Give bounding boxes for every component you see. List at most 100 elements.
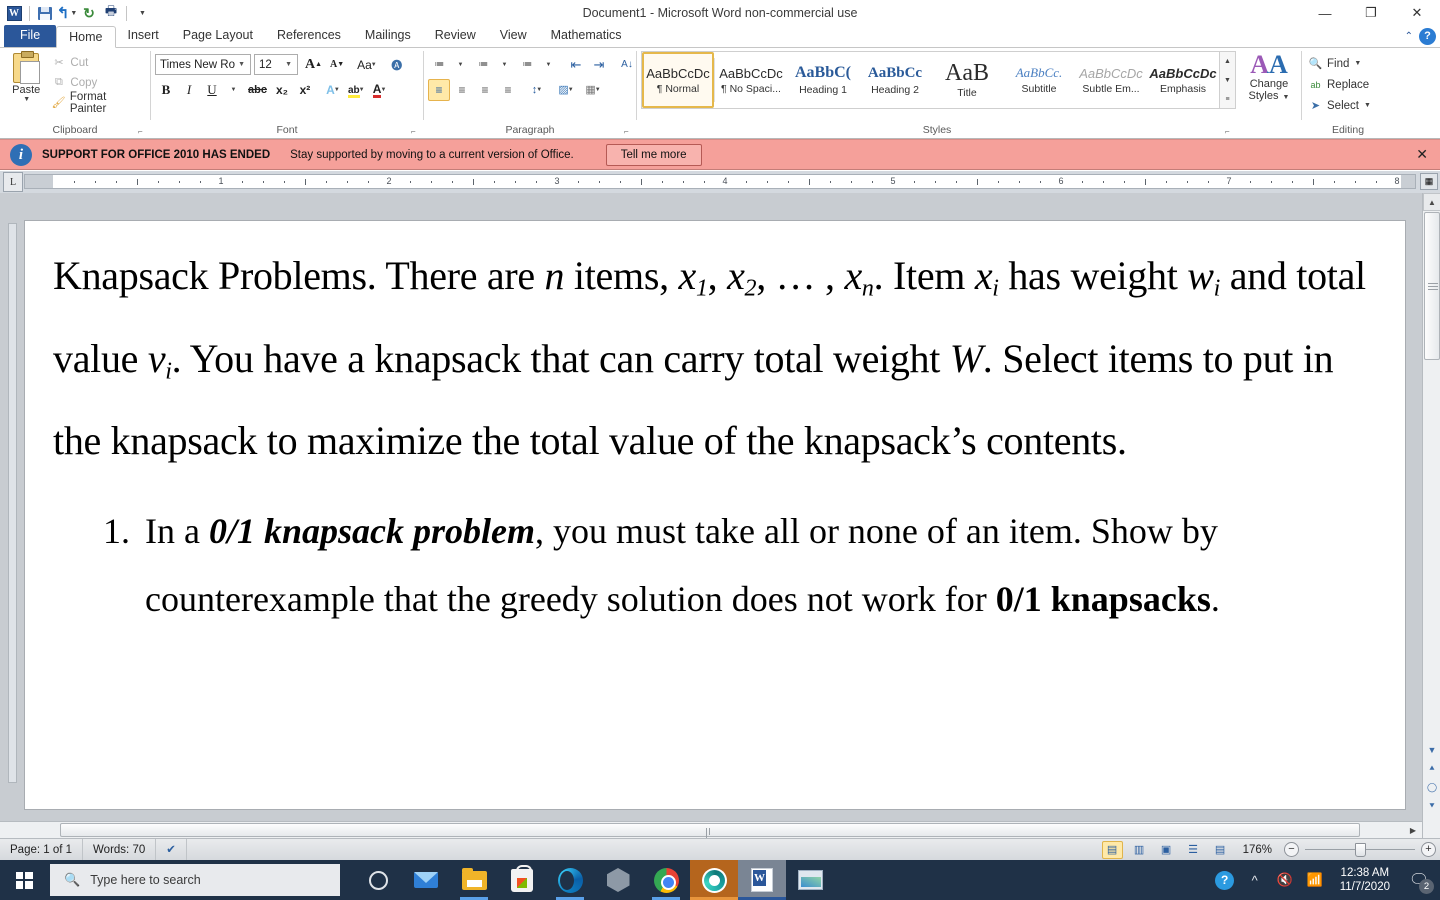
paste-button[interactable]: Paste ▼ (4, 51, 48, 103)
view-draft[interactable]: ▤ (1210, 841, 1231, 859)
underline-button[interactable]: U (201, 79, 223, 101)
customize-qat-button[interactable]: ▼ (132, 3, 152, 23)
bullets-dropdown[interactable]: ▼ (451, 54, 471, 76)
italic-button[interactable]: I (178, 79, 200, 101)
taskbar-microsoft-word[interactable] (738, 860, 786, 900)
view-full-screen-reading[interactable]: ▥ (1129, 841, 1150, 859)
scroll-right-icon[interactable]: ▶ (1404, 822, 1422, 838)
strikethrough-button[interactable]: abc (245, 79, 270, 101)
zoom-level[interactable]: 176% (1243, 844, 1272, 856)
taskbar-microsoft-store[interactable] (498, 860, 546, 900)
tab-page-layout[interactable]: Page Layout (171, 25, 265, 47)
subscript-button[interactable]: x₂ (271, 79, 293, 101)
action-center-button[interactable]: 🗨 2 (1402, 860, 1436, 900)
view-print-layout[interactable]: ▤ (1101, 840, 1123, 859)
shrink-font-button[interactable]: A ▼ (326, 54, 348, 76)
shading-button[interactable]: ▨ ▼ (555, 79, 577, 101)
numbering-button[interactable]: ≔ (472, 54, 494, 76)
tab-mathematics[interactable]: Mathematics (539, 25, 634, 47)
styles-dialog-launcher[interactable]: ⌐ (1225, 127, 1235, 137)
close-button[interactable]: ✕ (1394, 0, 1440, 26)
zoom-in-button[interactable]: + (1421, 842, 1436, 857)
borders-button[interactable]: ▦ ▼ (582, 79, 604, 101)
superscript-button[interactable]: x² (294, 79, 316, 101)
clear-formatting-button[interactable]: 🅐 (386, 54, 408, 76)
undo-dropdown-icon[interactable]: ▼ (70, 10, 77, 17)
increase-indent-button[interactable]: ⇥ (588, 54, 610, 76)
print-preview-button[interactable]: 🖶 (101, 3, 121, 23)
font-color-button[interactable]: A ▼ (369, 79, 391, 101)
styles-scroll-down-icon[interactable]: ▼ (1220, 71, 1235, 89)
tab-review[interactable]: Review (423, 25, 488, 47)
show-hidden-icons[interactable]: ^ (1242, 860, 1268, 900)
change-styles-button[interactable]: AA Change Styles ▼ (1241, 51, 1297, 104)
styles-more-icon[interactable]: ≡ (1220, 90, 1235, 108)
numbering-dropdown[interactable]: ▼ (495, 54, 515, 76)
tab-view[interactable]: View (488, 25, 539, 47)
cut-button[interactable]: ✂ Cut (48, 53, 146, 72)
align-center-button[interactable]: ≡ (451, 79, 473, 101)
taskbar-microsoft-edge[interactable] (546, 860, 594, 900)
close-icon[interactable]: ✕ (1416, 146, 1428, 163)
scroll-down-icon[interactable]: ▼ (1423, 740, 1440, 759)
tab-references[interactable]: References (265, 25, 353, 47)
vertical-ruler[interactable] (8, 223, 17, 783)
tab-home[interactable]: Home (56, 26, 116, 48)
style-heading-1[interactable]: AaBbC( Heading 1 (787, 52, 859, 108)
tab-insert[interactable]: Insert (116, 25, 171, 47)
style-normal[interactable]: AaBbCcDc ¶ Normal (642, 52, 714, 108)
redo-button[interactable]: ↻ (79, 3, 99, 23)
view-web-layout[interactable]: ▣ (1156, 841, 1177, 859)
ruler-strip[interactable]: 1 2 3 4 5 6 7 8 (24, 174, 1416, 189)
style-no-spacing[interactable]: AaBbCcDc ¶ No Spaci... (715, 52, 787, 108)
word-app-icon[interactable]: W (4, 3, 24, 23)
view-ruler-toggle-icon[interactable]: ▦ (1420, 173, 1438, 190)
save-button[interactable] (35, 3, 55, 23)
taskbar-google-chrome[interactable] (642, 860, 690, 900)
taskbar-file-explorer[interactable] (450, 860, 498, 900)
previous-page-icon[interactable]: ⯅ (1423, 759, 1440, 778)
minimize-button[interactable]: — (1302, 0, 1348, 26)
taskbar-cortana[interactable] (354, 860, 402, 900)
vertical-scrollbar[interactable]: ▲ ▼ ⯅ ◯ ⯆ (1422, 193, 1440, 838)
style-heading-2[interactable]: AaBbCc Heading 2 (859, 52, 931, 108)
start-button[interactable] (0, 860, 48, 900)
horizontal-scrollbar[interactable]: ▶ (0, 821, 1422, 842)
underline-dropdown-button[interactable]: ▼ (224, 79, 244, 101)
tab-mailings[interactable]: Mailings (353, 25, 423, 47)
minimize-ribbon-icon[interactable]: ⌃ (1405, 31, 1413, 42)
restore-button[interactable]: ❐ (1348, 0, 1394, 26)
zoom-slider[interactable] (1305, 842, 1415, 857)
paragraph-dialog-launcher[interactable]: ⌐ (624, 127, 634, 137)
clock[interactable]: 12:38 AM 11/7/2020 (1332, 866, 1398, 894)
zoom-out-button[interactable]: − (1284, 842, 1299, 857)
scroll-up-icon[interactable]: ▲ (1423, 193, 1440, 211)
highlight-color-button[interactable]: ab ▼ (345, 79, 368, 101)
taskbar-mail[interactable] (402, 860, 450, 900)
view-outline[interactable]: ☰ (1183, 841, 1204, 859)
line-spacing-button[interactable]: ↕ ▼ (526, 79, 548, 101)
font-dialog-launcher[interactable]: ⌐ (411, 127, 421, 137)
zoom-slider-thumb[interactable] (1355, 843, 1366, 857)
font-name-combo[interactable]: Times New Rom ▼ (155, 54, 251, 75)
paste-dropdown-icon[interactable]: ▼ (23, 96, 30, 103)
clipboard-dialog-launcher[interactable]: ⌐ (138, 127, 148, 137)
multilevel-list-button[interactable]: ≔ (516, 54, 538, 76)
styles-gallery-scrollbar[interactable]: ▲ ▼ ≡ (1219, 52, 1235, 108)
help-icon[interactable]: ? (1419, 28, 1436, 45)
grow-font-button[interactable]: A ▲ (302, 54, 325, 76)
style-subtle-emphasis[interactable]: AaBbCcDc Subtle Em... (1075, 52, 1147, 108)
select-browse-object-icon[interactable]: ◯ (1423, 778, 1440, 797)
horizontal-scroll-thumb[interactable] (60, 823, 1360, 842)
undo-button[interactable]: ↰ ▼ (57, 3, 78, 23)
taskbar-photos[interactable] (786, 860, 834, 900)
word-count[interactable]: Words: 70 (83, 838, 157, 861)
next-page-icon[interactable]: ⯆ (1423, 797, 1440, 816)
align-left-button[interactable]: ≡ (428, 78, 450, 101)
taskbar-teal-app[interactable] (690, 860, 738, 900)
page-indicator[interactable]: Page: 1 of 1 (0, 838, 84, 861)
vertical-scroll-thumb[interactable] (1424, 212, 1440, 360)
tab-stop-selector[interactable]: L (3, 172, 23, 192)
style-emphasis[interactable]: AaBbCcDc Emphasis (1147, 52, 1219, 108)
multilevel-dropdown[interactable]: ▼ (539, 54, 559, 76)
